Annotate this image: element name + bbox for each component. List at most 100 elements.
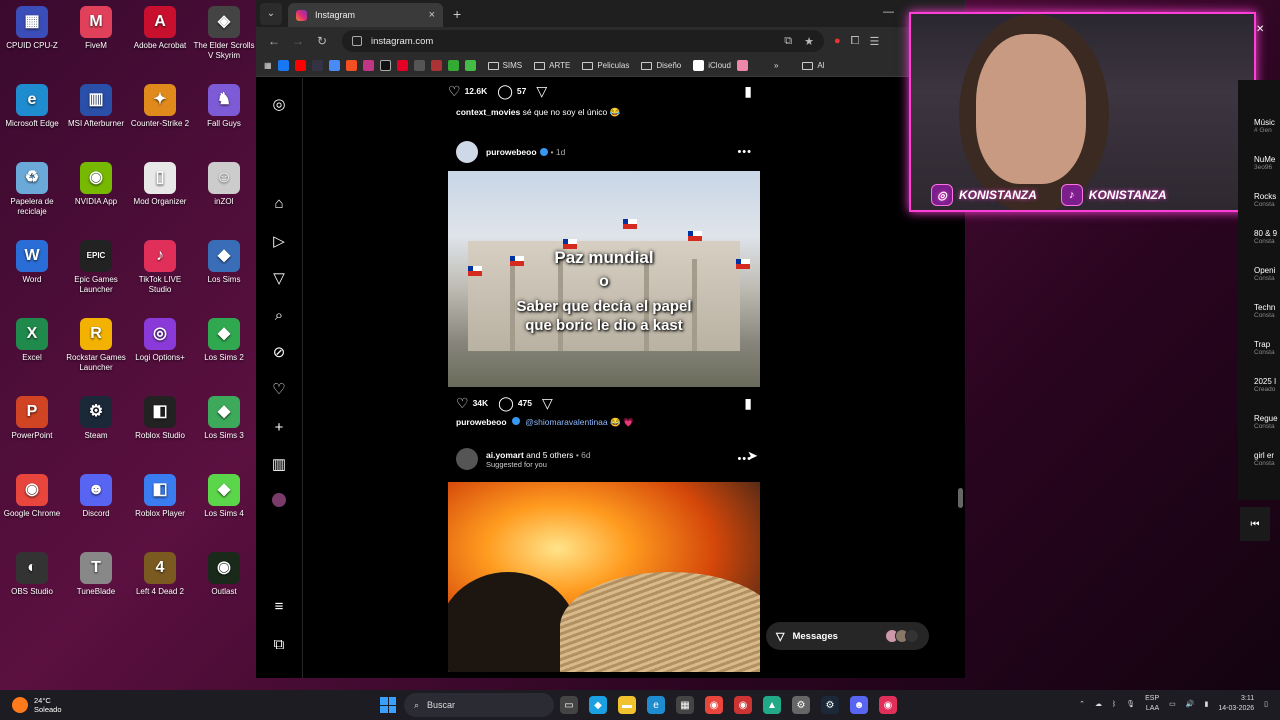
dashboard-icon[interactable]: ▥ — [270, 456, 288, 474]
share-icon[interactable]: ▽ — [536, 83, 547, 100]
bookmark-icloud[interactable]: iCloud — [693, 60, 731, 71]
app-icon[interactable]: ◉ — [734, 696, 752, 714]
instagram-bookmark-icon[interactable] — [362, 60, 374, 71]
desktop-icon[interactable]: ◉ Google Chrome — [0, 474, 64, 519]
messages-button[interactable]: ▽ Messages — [766, 622, 929, 650]
scrollbar[interactable] — [958, 488, 963, 508]
chrome-icon[interactable]: ◉ — [705, 696, 723, 714]
playlist-item[interactable]: 80 & 9 Consta — [1254, 229, 1277, 245]
desktop-icon[interactable]: R Rockstar Games Launcher — [64, 318, 128, 373]
menu-icon[interactable]: ≡ — [270, 598, 288, 616]
cloud-icon[interactable]: ☁ — [1095, 700, 1102, 708]
desktop-icon[interactable]: ◧ Roblox Studio — [128, 396, 192, 441]
tumblr-bookmark-icon[interactable] — [311, 60, 323, 71]
explore-icon[interactable]: ⊘ — [270, 344, 288, 362]
pinterest-bookmark-icon[interactable] — [396, 60, 408, 71]
bookmark-icon[interactable] — [328, 60, 340, 71]
home-icon[interactable]: ⌂ — [270, 195, 288, 213]
file-explorer-icon[interactable]: ▬ — [618, 696, 636, 714]
create-icon[interactable]: + — [270, 419, 288, 437]
tray-overflow-icon[interactable]: ⌃ — [1079, 700, 1085, 708]
apps-grid-icon[interactable]: ▦ — [264, 61, 272, 70]
desktop-icon[interactable]: ◐ OBS Studio — [0, 552, 64, 597]
search-icon[interactable]: ⌕ — [270, 307, 288, 325]
caption-username[interactable]: purowebeoo — [456, 417, 507, 427]
desktop-icon[interactable]: 4 Left 4 Dead 2 — [128, 552, 192, 597]
save-icon[interactable]: ▮ — [744, 395, 752, 412]
forward-icon[interactable]: → — [286, 34, 310, 48]
post-image[interactable] — [448, 482, 760, 672]
desktop-icon[interactable]: P PowerPoint — [0, 396, 64, 441]
bookmark-folder-arte[interactable]: ARTE — [534, 61, 570, 70]
desktop-icon[interactable]: ◈ The Elder Scrolls V Skyrim — [192, 6, 256, 61]
reels-icon[interactable]: ▷ — [270, 233, 288, 251]
install-app-icon[interactable]: ⧉ — [784, 35, 792, 48]
start-icon[interactable] — [380, 697, 396, 713]
back-icon[interactable]: ← — [262, 34, 286, 48]
desktop-icon[interactable]: T TuneBlade — [64, 552, 128, 597]
task-view-icon[interactable]: ▭ — [560, 696, 578, 714]
desktop-icon[interactable]: M FiveM — [64, 6, 128, 51]
desktop-icon[interactable]: ◉ NVIDIA App — [64, 162, 128, 207]
instagram-logo-icon[interactable]: ◎ — [270, 96, 288, 114]
battery-icon[interactable]: ▮ — [1204, 700, 1208, 708]
caption-mention[interactable]: @shiomaravalentinaa — [525, 417, 607, 427]
more-icon[interactable]: ⧉ — [270, 636, 288, 654]
playlist-item[interactable]: Regue Consta — [1254, 414, 1278, 430]
discord-icon[interactable]: ☻ — [850, 696, 868, 714]
desktop-icon[interactable]: ♪ TikTok LIVE Studio — [128, 240, 192, 295]
network-icon[interactable]: ▭ — [1169, 700, 1176, 708]
bluetooth-icon[interactable]: ᛒ — [1112, 701, 1116, 708]
playlist-item[interactable]: Músic # Gen — [1254, 118, 1275, 134]
desktop-icon[interactable]: e Microsoft Edge — [0, 84, 64, 129]
bookmark-folder-sims[interactable]: SIMS — [487, 61, 522, 70]
bookmark-icon[interactable] — [447, 60, 459, 71]
post-username[interactable]: ai.yomart — [486, 450, 524, 460]
caption-username[interactable]: context_movies — [456, 107, 520, 117]
share-icon[interactable]: ▽ — [270, 270, 288, 288]
settings-icon[interactable]: ⚙ — [792, 696, 810, 714]
copilot-icon[interactable]: ◆ — [589, 696, 607, 714]
extension-icon[interactable]: ● — [834, 35, 841, 48]
desktop-icon[interactable]: ▥ MSI Afterburner — [64, 84, 128, 129]
tab-instagram[interactable]: Instagram × — [288, 3, 443, 27]
steam-icon[interactable]: ⚙ — [821, 696, 839, 714]
facebook-bookmark-icon[interactable] — [277, 60, 289, 71]
desktop-icon[interactable]: ◧ Roblox Player — [128, 474, 192, 519]
bookmark-icon[interactable] — [736, 60, 748, 71]
desktop-icon[interactable]: ▦ CPUID CPU-Z — [0, 6, 64, 51]
post-username[interactable]: purowebeoo — [486, 147, 537, 157]
bookmark-folder-peliculas[interactable]: Peliculas — [582, 61, 629, 70]
comment-icon[interactable]: ◯ — [498, 395, 514, 412]
playlist-item[interactable]: NuMe 3eo96 — [1254, 155, 1275, 171]
playlist-item[interactable]: girl er Consta — [1254, 451, 1275, 467]
share-icon[interactable]: ▽ — [542, 395, 553, 412]
bookmark-icon[interactable] — [413, 60, 425, 71]
desktop-icon[interactable]: A Adobe Acrobat — [128, 6, 192, 51]
desktop-icon[interactable]: ☻ Discord — [64, 474, 128, 519]
like-icon[interactable]: ♡ — [448, 83, 461, 100]
notifications-icon[interactable]: ▯ — [1264, 700, 1268, 708]
store-icon[interactable]: ▦ — [676, 696, 694, 714]
address-bar[interactable]: instagram.com ⧉ ★ — [342, 30, 824, 52]
desktop-icon[interactable]: ◆ Los Sims 4 — [192, 474, 256, 519]
post-others[interactable]: and 5 others — [526, 450, 573, 460]
desktop-icon[interactable]: ◉ Outlast — [192, 552, 256, 597]
comment-icon[interactable]: ◯ — [497, 83, 513, 100]
desktop-icon[interactable]: ◆ Los Sims 3 — [192, 396, 256, 441]
weather-widget[interactable]: 24°C Soleado — [0, 696, 62, 714]
close-tab-icon[interactable]: × — [429, 9, 435, 21]
extensions-puzzle-icon[interactable]: ⧠ — [851, 35, 860, 48]
youtube-bookmark-icon[interactable] — [294, 60, 306, 71]
desktop-icon[interactable]: ◆ Los Sims — [192, 240, 256, 285]
like-icon[interactable]: ♡ — [456, 395, 469, 412]
desktop-icon[interactable]: ◆ Los Sims 2 — [192, 318, 256, 363]
playlist-item[interactable]: Rocks Consta — [1254, 192, 1276, 208]
playlist-item[interactable]: Openi Consta — [1254, 266, 1275, 282]
avatar[interactable] — [456, 141, 478, 163]
desktop-icon[interactable]: ◎ Logi Options+ — [128, 318, 192, 363]
heart-icon[interactable]: ♡ — [270, 381, 288, 399]
desktop-icon[interactable]: ☺ inZOI — [192, 162, 256, 207]
bookmark-folder-all[interactable]: Al — [802, 61, 825, 70]
bookmark-star-icon[interactable]: ★ — [804, 35, 814, 48]
